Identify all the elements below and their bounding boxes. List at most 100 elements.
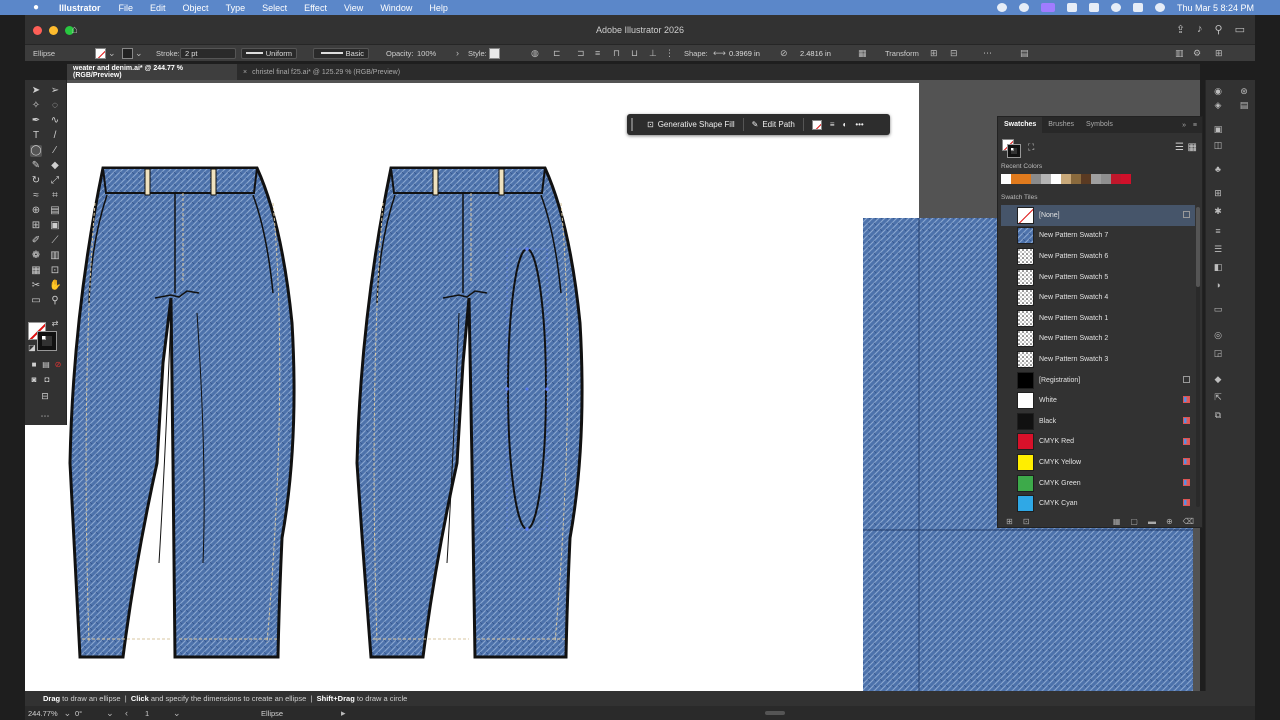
swatch-row[interactable]: New Pattern Swatch 2 xyxy=(1001,329,1195,350)
opacity-value[interactable]: 100% xyxy=(417,47,436,59)
menu-select[interactable]: Select xyxy=(262,3,287,13)
zoom-value[interactable]: 244.77% xyxy=(28,709,58,718)
stroke-dock-icon[interactable]: ◎ xyxy=(1213,330,1223,340)
pants-back-view[interactable] xyxy=(355,166,584,659)
swatch-row[interactable]: Black xyxy=(1001,411,1195,432)
swap-fill-stroke-icon[interactable]: ⇄ xyxy=(49,318,61,330)
more-options-button[interactable]: ••• xyxy=(851,116,867,133)
screen-share-icon[interactable] xyxy=(1040,3,1055,12)
distribute-icon[interactable]: ⋮ xyxy=(665,47,674,59)
swatch-library-icon[interactable]: ⊞ xyxy=(1006,517,1013,526)
menu-window[interactable]: Window xyxy=(380,3,412,13)
type-tool-icon[interactable]: T xyxy=(30,130,42,142)
battery-icon[interactable] xyxy=(1088,3,1099,12)
align-middle-icon[interactable]: ⊔ xyxy=(631,47,638,59)
tab-swatches[interactable]: Swatches xyxy=(998,117,1043,133)
align-left-icon[interactable]: ⊏ xyxy=(553,47,561,59)
scrollbar-thumb[interactable] xyxy=(1196,207,1200,287)
align-right-icon[interactable]: ≡ xyxy=(595,47,600,59)
swatch-row[interactable]: New Pattern Swatch 6 xyxy=(1001,246,1195,267)
align-top-icon[interactable]: ⊓ xyxy=(613,47,620,59)
recent-color-swatch[interactable] xyxy=(1011,174,1021,184)
spotlight-search-icon[interactable] xyxy=(1110,3,1121,12)
pants-artwork[interactable] xyxy=(67,83,919,691)
bar-graph-icon[interactable]: ▦ xyxy=(30,265,42,277)
notifications-bell-icon[interactable]: ♪ xyxy=(1197,23,1203,36)
document-setup-icon[interactable]: ▥ xyxy=(1175,47,1184,59)
opacity-label[interactable]: Opacity: xyxy=(386,47,414,59)
swatch-scrollbar[interactable] xyxy=(1196,207,1200,507)
pathfinder-icon[interactable]: ☰ xyxy=(1213,244,1223,254)
scale-tool-icon[interactable]: ⤢ xyxy=(49,175,61,187)
reference-point-icon[interactable]: ▦ xyxy=(858,47,867,59)
rotation-value[interactable]: 0° xyxy=(75,709,82,718)
recolor-button[interactable]: ◐ xyxy=(838,116,851,133)
recent-color-swatch[interactable] xyxy=(1101,174,1111,184)
recent-color-swatch[interactable] xyxy=(1021,174,1031,184)
pants-front-view[interactable] xyxy=(68,166,296,659)
artboard-tool-icon[interactable]: ⊡ xyxy=(49,265,61,277)
collapse-panel-icon[interactable]: » xyxy=(1182,122,1186,129)
layers-icon[interactable]: ◆ xyxy=(1213,374,1223,384)
line-tool-icon[interactable]: / xyxy=(49,130,61,142)
horizontal-scrollbar-thumb[interactable] xyxy=(765,711,785,715)
preferences-icon[interactable]: ⚙ xyxy=(1193,47,1201,59)
artboards-icon[interactable]: ⧉ xyxy=(1213,410,1223,420)
rotation-field[interactable]: 0° ⌄ xyxy=(75,708,114,718)
apple-menu-icon[interactable]: ● xyxy=(33,2,45,13)
recent-color-swatch[interactable] xyxy=(1061,174,1071,184)
shape-label[interactable]: Shape: xyxy=(684,47,708,59)
gradient-tool-icon[interactable]: ▣ xyxy=(49,220,61,232)
siri-icon[interactable] xyxy=(1154,3,1165,12)
magic-wand-icon[interactable]: ✧ xyxy=(30,100,42,112)
width-value[interactable]: 0.3969 in xyxy=(725,48,771,59)
edit-toolbar-icon[interactable]: ⋯ xyxy=(39,410,51,422)
curvature-tool-icon[interactable]: ∿ xyxy=(49,115,61,127)
mesh-tool-icon[interactable]: ⊞ xyxy=(30,220,42,232)
recent-color-swatch[interactable] xyxy=(1051,174,1061,184)
zoom-tool-icon[interactable]: ⚲ xyxy=(49,295,61,307)
arrange-documents-icon[interactable]: ⊞ xyxy=(1215,47,1223,59)
appearance-icon[interactable]: ◑ xyxy=(1213,280,1223,290)
recent-color-swatch[interactable] xyxy=(1001,174,1011,184)
recent-color-swatch[interactable] xyxy=(1111,174,1121,184)
clock[interactable]: Thu Mar 5 8:24 PM xyxy=(1177,3,1254,13)
fill-swatch[interactable]: ⌄ xyxy=(95,47,116,59)
recolor-artwork-icon[interactable]: ◍ xyxy=(531,47,539,59)
swatch-row[interactable]: New Pattern Swatch 5 xyxy=(1001,267,1195,288)
lasso-icon[interactable]: ◌ xyxy=(49,100,61,112)
tab-document-active[interactable]: weater and denim.ai* @ 244.77 % (RGB/Pre… xyxy=(67,64,237,80)
tab-symbols[interactable]: Symbols xyxy=(1080,117,1119,133)
discover-icon[interactable]: ▤ xyxy=(1239,100,1249,110)
graphic-styles-icon[interactable]: ▭ xyxy=(1213,304,1223,314)
properties-icon[interactable]: ◉ xyxy=(1213,86,1223,96)
warp-tool-icon[interactable]: ≈ xyxy=(30,190,42,202)
height-value[interactable]: 2.4816 in xyxy=(796,48,842,59)
recent-color-swatch[interactable] xyxy=(1071,174,1081,184)
thumbnail-view-icon[interactable]: ▦ xyxy=(1188,142,1197,153)
screen-mode-icon[interactable]: ⊟ xyxy=(39,390,51,402)
width-field[interactable]: 0.3969 in xyxy=(725,47,771,59)
symbols-dock-icon[interactable]: ✱ xyxy=(1213,206,1223,216)
menu-object[interactable]: Object xyxy=(183,3,209,13)
learn-icon[interactable]: ◈ xyxy=(1213,100,1223,110)
workspace-icon[interactable]: ▭ xyxy=(1235,23,1245,36)
swatch-row[interactable]: CMYK Green xyxy=(1001,473,1195,494)
transform-button[interactable]: Transform xyxy=(885,47,919,59)
default-fill-stroke-icon[interactable]: ◪ xyxy=(26,342,38,354)
delete-swatch-icon[interactable]: ⌫ xyxy=(1183,517,1194,526)
link-proportions-icon[interactable]: ⊘ xyxy=(780,47,788,59)
align-bottom-icon[interactable]: ⊥ xyxy=(649,47,657,59)
hand-tool-icon[interactable]: ✋ xyxy=(49,280,61,292)
free-transform-icon[interactable]: ⌗ xyxy=(49,190,61,202)
swatch-row[interactable]: CMYK Red xyxy=(1001,432,1195,453)
eyedropper-icon[interactable]: ✐ xyxy=(30,235,42,247)
tab-document-inactive[interactable]: × christel final f25.ai* @ 125.29 % (RGB/… xyxy=(237,64,417,80)
generative-shape-fill-button[interactable]: ⊡ Generative Shape Fill xyxy=(643,116,739,133)
paintbrush-icon[interactable]: ∕ xyxy=(49,145,61,157)
arrange-icon[interactable]: ⊟ xyxy=(950,47,958,59)
swatch-row[interactable]: New Pattern Swatch 4 xyxy=(1001,287,1195,308)
isolate-icon[interactable]: ⊞ xyxy=(930,47,938,59)
artboard-number[interactable]: 1 xyxy=(145,708,149,718)
ellipse-tool-icon[interactable]: ◯ xyxy=(30,145,42,157)
